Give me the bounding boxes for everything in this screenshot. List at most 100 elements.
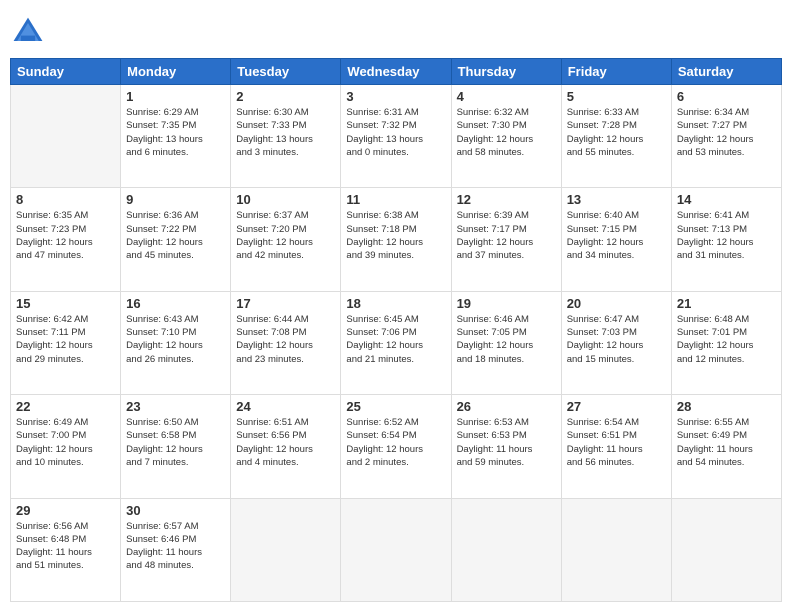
day-header-sunday: Sunday	[11, 59, 121, 85]
day-number: 21	[677, 296, 776, 311]
day-number: 14	[677, 192, 776, 207]
day-number: 5	[567, 89, 666, 104]
day-info: Sunrise: 6:53 AM Sunset: 6:53 PM Dayligh…	[457, 416, 556, 469]
day-number: 10	[236, 192, 335, 207]
day-number: 13	[567, 192, 666, 207]
calendar-cell: 28Sunrise: 6:55 AM Sunset: 6:49 PM Dayli…	[671, 395, 781, 498]
calendar-cell: 20 Sunrise: 6:47 AM Sunset: 7:03 PM Dayli…	[561, 291, 671, 394]
day-info: Sunrise: 6:52 AM Sunset: 6:54 PM Dayligh…	[346, 416, 445, 469]
day-info: Sunrise: 6:39 AM Sunset: 7:17 PM Dayligh…	[457, 209, 556, 262]
calendar-body: 1 Sunrise: 6:29 AM Sunset: 7:35 PM Daylig…	[11, 85, 782, 602]
day-info: Sunrise: 6:35 AM Sunset: 7:23 PM Dayligh…	[16, 209, 115, 262]
calendar-cell	[561, 498, 671, 601]
day-number: 24	[236, 399, 335, 414]
calendar-cell: 27 Sunrise: 6:54 AM Sunset: 6:51 PM Dayli…	[561, 395, 671, 498]
day-header-thursday: Thursday	[451, 59, 561, 85]
day-info: Sunrise: 6:54 AM Sunset: 6:51 PM Dayligh…	[567, 416, 666, 469]
day-info: Sunrise: 6:33 AM Sunset: 7:28 PM Dayligh…	[567, 106, 666, 159]
calendar-cell: 11Sunrise: 6:38 AM Sunset: 7:18 PM Dayli…	[341, 188, 451, 291]
day-number: 29	[16, 503, 115, 518]
header	[10, 10, 782, 50]
logo-icon	[10, 14, 46, 50]
calendar-cell	[671, 498, 781, 601]
day-info: Sunrise: 6:44 AM Sunset: 7:08 PM Dayligh…	[236, 313, 335, 366]
day-number: 26	[457, 399, 556, 414]
calendar-cell: 19 Sunrise: 6:46 AM Sunset: 7:05 PM Dayli…	[451, 291, 561, 394]
day-number: 23	[126, 399, 225, 414]
day-header-friday: Friday	[561, 59, 671, 85]
day-number: 15	[16, 296, 115, 311]
calendar-table: SundayMondayTuesdayWednesdayThursdayFrid…	[10, 58, 782, 602]
day-info: Sunrise: 6:55 AM Sunset: 6:49 PM Dayligh…	[677, 416, 776, 469]
week-row-2: 8 Sunrise: 6:35 AM Sunset: 7:23 PM Daylig…	[11, 188, 782, 291]
day-info: Sunrise: 6:29 AM Sunset: 7:35 PM Dayligh…	[126, 106, 225, 159]
calendar-cell: 30Sunrise: 6:57 AM Sunset: 6:46 PM Dayli…	[121, 498, 231, 601]
day-header-monday: Monday	[121, 59, 231, 85]
day-info: Sunrise: 6:49 AM Sunset: 7:00 PM Dayligh…	[16, 416, 115, 469]
day-number: 20	[567, 296, 666, 311]
calendar-cell: 29 Sunrise: 6:56 AM Sunset: 6:48 PM Dayli…	[11, 498, 121, 601]
day-number: 4	[457, 89, 556, 104]
page: SundayMondayTuesdayWednesdayThursdayFrid…	[0, 0, 792, 612]
day-info: Sunrise: 6:41 AM Sunset: 7:13 PM Dayligh…	[677, 209, 776, 262]
day-number: 3	[346, 89, 445, 104]
day-info: Sunrise: 6:32 AM Sunset: 7:30 PM Dayligh…	[457, 106, 556, 159]
week-row-5: 29 Sunrise: 6:56 AM Sunset: 6:48 PM Dayli…	[11, 498, 782, 601]
day-info: Sunrise: 6:47 AM Sunset: 7:03 PM Dayligh…	[567, 313, 666, 366]
calendar-cell: 18 Sunrise: 6:45 AM Sunset: 7:06 PM Dayli…	[341, 291, 451, 394]
calendar-cell: 23 Sunrise: 6:50 AM Sunset: 6:58 PM Dayli…	[121, 395, 231, 498]
day-number: 30	[126, 503, 225, 518]
day-info: Sunrise: 6:46 AM Sunset: 7:05 PM Dayligh…	[457, 313, 556, 366]
calendar-cell: 26 Sunrise: 6:53 AM Sunset: 6:53 PM Dayli…	[451, 395, 561, 498]
day-number: 1	[126, 89, 225, 104]
day-number: 18	[346, 296, 445, 311]
day-number: 17	[236, 296, 335, 311]
calendar-cell: 2Sunrise: 6:30 AM Sunset: 7:33 PM Daylig…	[231, 85, 341, 188]
day-info: Sunrise: 6:45 AM Sunset: 7:06 PM Dayligh…	[346, 313, 445, 366]
calendar-cell: 13 Sunrise: 6:40 AM Sunset: 7:15 PM Dayli…	[561, 188, 671, 291]
day-number: 19	[457, 296, 556, 311]
calendar-cell	[341, 498, 451, 601]
header-row: SundayMondayTuesdayWednesdayThursdayFrid…	[11, 59, 782, 85]
day-header-tuesday: Tuesday	[231, 59, 341, 85]
day-number: 8	[16, 192, 115, 207]
calendar-header: SundayMondayTuesdayWednesdayThursdayFrid…	[11, 59, 782, 85]
day-info: Sunrise: 6:50 AM Sunset: 6:58 PM Dayligh…	[126, 416, 225, 469]
week-row-1: 1 Sunrise: 6:29 AM Sunset: 7:35 PM Daylig…	[11, 85, 782, 188]
day-number: 2	[236, 89, 335, 104]
day-number: 22	[16, 399, 115, 414]
calendar-cell: 5 Sunrise: 6:33 AM Sunset: 7:28 PM Daylig…	[561, 85, 671, 188]
week-row-4: 22 Sunrise: 6:49 AM Sunset: 7:00 PM Dayli…	[11, 395, 782, 498]
calendar-cell	[231, 498, 341, 601]
day-number: 12	[457, 192, 556, 207]
day-number: 27	[567, 399, 666, 414]
day-info: Sunrise: 6:38 AM Sunset: 7:18 PM Dayligh…	[346, 209, 445, 262]
day-info: Sunrise: 6:56 AM Sunset: 6:48 PM Dayligh…	[16, 520, 115, 573]
day-number: 9	[126, 192, 225, 207]
day-info: Sunrise: 6:37 AM Sunset: 7:20 PM Dayligh…	[236, 209, 335, 262]
calendar-cell: 8 Sunrise: 6:35 AM Sunset: 7:23 PM Daylig…	[11, 188, 121, 291]
calendar-cell: 25 Sunrise: 6:52 AM Sunset: 6:54 PM Dayli…	[341, 395, 451, 498]
calendar-cell: 12 Sunrise: 6:39 AM Sunset: 7:17 PM Dayli…	[451, 188, 561, 291]
day-info: Sunrise: 6:31 AM Sunset: 7:32 PM Dayligh…	[346, 106, 445, 159]
day-info: Sunrise: 6:48 AM Sunset: 7:01 PM Dayligh…	[677, 313, 776, 366]
calendar-cell: 4 Sunrise: 6:32 AM Sunset: 7:30 PM Daylig…	[451, 85, 561, 188]
calendar-cell: 3 Sunrise: 6:31 AM Sunset: 7:32 PM Daylig…	[341, 85, 451, 188]
calendar-cell: 14 Sunrise: 6:41 AM Sunset: 7:13 PM Dayli…	[671, 188, 781, 291]
day-number: 16	[126, 296, 225, 311]
day-info: Sunrise: 6:36 AM Sunset: 7:22 PM Dayligh…	[126, 209, 225, 262]
day-info: Sunrise: 6:51 AM Sunset: 6:56 PM Dayligh…	[236, 416, 335, 469]
calendar-cell: 9 Sunrise: 6:36 AM Sunset: 7:22 PM Daylig…	[121, 188, 231, 291]
calendar-cell: 6Sunrise: 6:34 AM Sunset: 7:27 PM Daylig…	[671, 85, 781, 188]
calendar-cell: 16Sunrise: 6:43 AM Sunset: 7:10 PM Dayli…	[121, 291, 231, 394]
day-info: Sunrise: 6:40 AM Sunset: 7:15 PM Dayligh…	[567, 209, 666, 262]
day-info: Sunrise: 6:34 AM Sunset: 7:27 PM Dayligh…	[677, 106, 776, 159]
day-number: 25	[346, 399, 445, 414]
calendar-cell: 22 Sunrise: 6:49 AM Sunset: 7:00 PM Dayli…	[11, 395, 121, 498]
logo	[10, 14, 50, 50]
calendar-cell: 10 Sunrise: 6:37 AM Sunset: 7:20 PM Dayli…	[231, 188, 341, 291]
day-header-saturday: Saturday	[671, 59, 781, 85]
day-info: Sunrise: 6:42 AM Sunset: 7:11 PM Dayligh…	[16, 313, 115, 366]
week-row-3: 15 Sunrise: 6:42 AM Sunset: 7:11 PM Dayli…	[11, 291, 782, 394]
day-header-wednesday: Wednesday	[341, 59, 451, 85]
